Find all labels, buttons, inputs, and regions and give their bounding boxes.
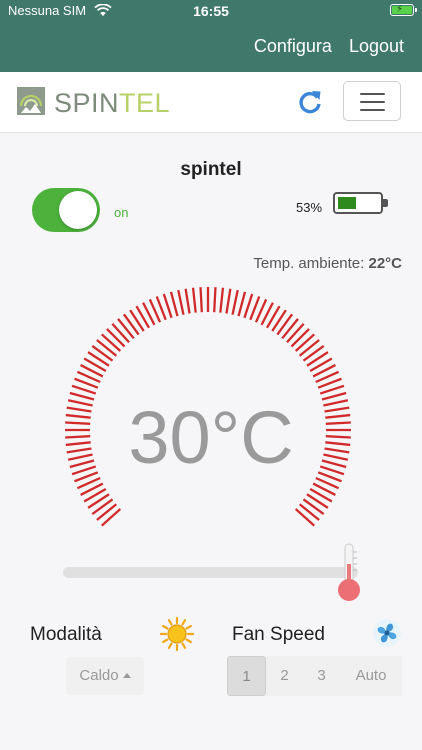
- battery-percent: 53%: [296, 200, 323, 215]
- toggle-knob: [59, 191, 97, 229]
- dial-tick: [294, 333, 316, 352]
- dial-tick: [294, 508, 316, 527]
- dial-tick: [106, 328, 126, 348]
- dial-tick: [302, 345, 325, 362]
- dial-tick: [237, 291, 247, 317]
- menu-button[interactable]: [343, 81, 401, 121]
- caret-up-icon: [122, 673, 131, 678]
- fan-speed-2-button[interactable]: 2: [266, 656, 303, 696]
- refresh-icon[interactable]: [296, 88, 324, 116]
- dial-tick: [276, 313, 293, 336]
- thermometer-icon[interactable]: [336, 542, 362, 604]
- hamburger-menu-icon: [360, 93, 385, 95]
- sun-icon: [160, 617, 194, 651]
- dial-tick: [123, 313, 140, 336]
- device-name: spintel: [180, 159, 242, 180]
- fan-speed-3-button[interactable]: 3: [303, 656, 340, 696]
- dial-tick: [243, 293, 254, 319]
- dial-tick: [219, 287, 225, 313]
- temperature-slider[interactable]: [63, 567, 358, 578]
- mode-select[interactable]: Caldo: [66, 657, 144, 695]
- ambient-label: Temp. ambiente:: [253, 255, 365, 272]
- fan-speed-1-button[interactable]: 1: [227, 656, 266, 696]
- dial-tick: [162, 293, 173, 319]
- dial-tick: [302, 498, 325, 515]
- dial-tick: [298, 503, 320, 521]
- clock: 16:55: [193, 3, 229, 19]
- app-bar: Nessuna SIM 16:55 ⚡ Configura Logout: [0, 0, 422, 72]
- fan-icon: [373, 619, 401, 647]
- setpoint-temperature: 30°C: [128, 396, 294, 479]
- dial-tick: [290, 328, 310, 348]
- battery-fill: [338, 197, 356, 209]
- dial-tick: [281, 318, 299, 340]
- device-battery-icon: [333, 192, 388, 214]
- dial-tick: [225, 288, 232, 314]
- dial-tick: [71, 384, 97, 395]
- dial-tick: [100, 508, 122, 527]
- dial-tick: [286, 322, 305, 344]
- spintel-logo-icon: [17, 87, 45, 115]
- brand-name: SPINTEL: [54, 88, 170, 119]
- dial-tick: [319, 384, 345, 395]
- dial-tick: [177, 289, 185, 315]
- mode-label: Modalità: [30, 624, 102, 645]
- brand-header: SPINTEL: [0, 72, 422, 133]
- dial-tick: [213, 287, 217, 313]
- ambient-value: 22°C: [368, 255, 402, 272]
- dial-tick: [169, 291, 179, 317]
- dial-tick: [91, 345, 114, 362]
- dial-tick: [231, 289, 239, 315]
- dial-tick: [91, 498, 114, 515]
- configure-link[interactable]: Configura: [254, 36, 332, 56]
- dial-tick: [191, 287, 197, 313]
- dial-tick: [199, 287, 203, 313]
- fan-speed-auto-button[interactable]: Auto: [340, 656, 402, 696]
- system-battery-icon: ⚡: [390, 4, 417, 16]
- dial-tick: [96, 503, 118, 521]
- dial-tick: [184, 288, 191, 314]
- brand-name-part2: TEL: [119, 88, 171, 118]
- logout-link[interactable]: Logout: [349, 36, 404, 56]
- dial-tick: [96, 339, 118, 357]
- mode-value: Caldo: [79, 667, 119, 684]
- fan-speed-label: Fan Speed: [232, 624, 325, 645]
- brand-name-part1: SPIN: [54, 88, 120, 118]
- nav-links: Configura Logout: [242, 36, 404, 57]
- power-state-label: on: [114, 205, 129, 220]
- dial-tick: [100, 333, 122, 352]
- ambient-temperature: Temp. ambiente: 22°C: [253, 255, 402, 272]
- dial-tick: [111, 322, 130, 344]
- dial-tick: [298, 339, 320, 357]
- dial-tick: [117, 318, 135, 340]
- power-toggle[interactable]: [32, 188, 100, 232]
